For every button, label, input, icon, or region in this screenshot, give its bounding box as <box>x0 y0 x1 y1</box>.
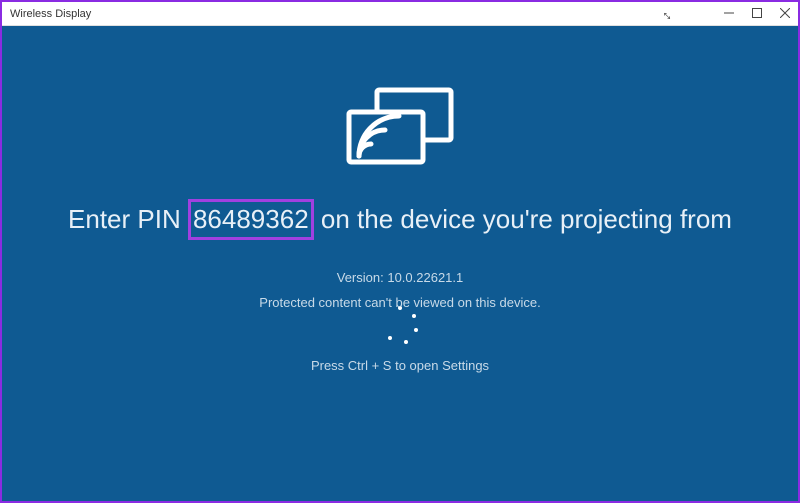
protected-content-label: Protected content can't be viewed on thi… <box>259 295 540 310</box>
resize-diagonal-icon[interactable]: ↔ <box>659 4 679 24</box>
window-controls: ↔ <box>662 7 790 21</box>
window-title: Wireless Display <box>10 8 662 20</box>
minimize-icon[interactable] <box>724 8 734 20</box>
close-icon[interactable] <box>780 8 790 20</box>
window-titlebar: Wireless Display ↔ <box>2 2 798 26</box>
main-content: Enter PIN 86489362 on the device you're … <box>2 26 798 501</box>
instruction-prefix: Enter PIN <box>68 204 188 234</box>
pin-instruction: Enter PIN 86489362 on the device you're … <box>68 199 732 240</box>
instruction-suffix: on the device you're projecting from <box>314 204 732 234</box>
loading-spinner-icon <box>380 306 420 346</box>
cast-icon <box>345 86 455 171</box>
version-label: Version: 10.0.22621.1 <box>337 270 464 285</box>
settings-hint: Press Ctrl + S to open Settings <box>311 358 489 373</box>
pin-value: 86489362 <box>188 199 314 240</box>
maximize-icon[interactable] <box>752 8 762 20</box>
